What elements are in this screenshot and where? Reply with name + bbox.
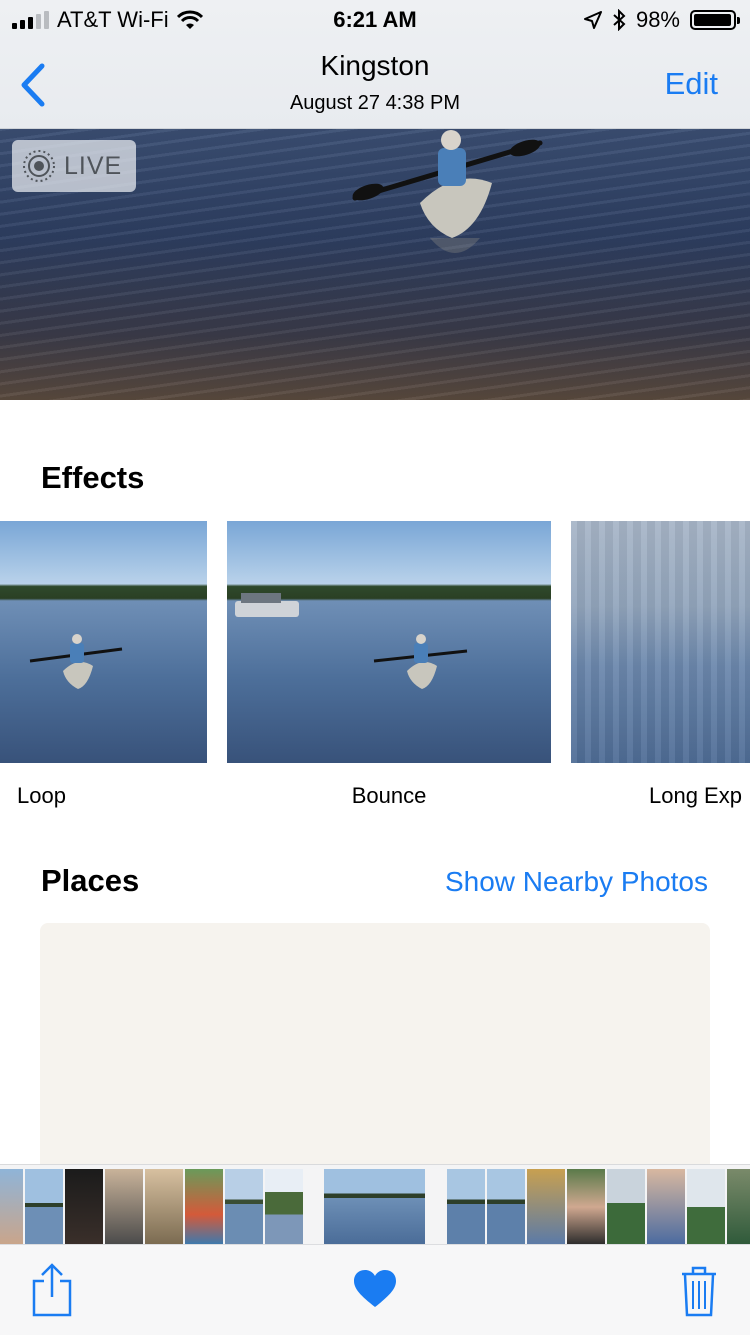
effects-title: Effects (41, 460, 145, 495)
effect-long-exposure-thumb[interactable] (571, 521, 750, 763)
effect-loop-label: Loop (17, 783, 66, 808)
top-bar: AT&T Wi-Fi 6:21 AM 98% Kingston August 2… (0, 0, 750, 129)
bottom-toolbar (0, 1244, 750, 1335)
live-photo-badge[interactable]: LIVE (12, 140, 136, 192)
filmstrip-thumb[interactable] (567, 1169, 605, 1245)
filmstrip-thumb[interactable] (487, 1169, 525, 1245)
main-photo[interactable]: LIVE (0, 128, 750, 400)
filmstrip-thumb[interactable] (527, 1169, 565, 1245)
bounce-kayak-figure (235, 593, 468, 689)
nav-subtitle: August 27 4:38 PM (289, 92, 461, 114)
filmstrip-thumb-selected[interactable] (324, 1169, 425, 1245)
filmstrip-thumb[interactable] (687, 1169, 725, 1245)
places-map[interactable] (40, 923, 710, 1183)
nav-title: Kingston (320, 50, 430, 81)
status-bar: AT&T Wi-Fi 6:21 AM 98% (0, 0, 750, 40)
heart-icon[interactable] (353, 1269, 397, 1309)
filmstrip-thumb[interactable] (185, 1169, 223, 1245)
places-title: Places (41, 863, 140, 898)
filmstrip-thumb[interactable] (447, 1169, 485, 1245)
effect-bounce-thumb[interactable] (227, 521, 551, 763)
filmstrip[interactable] (0, 1164, 750, 1245)
bluetooth-icon (613, 9, 626, 31)
filmstrip-thumb[interactable] (225, 1169, 263, 1245)
filmstrip-thumb[interactable] (65, 1169, 103, 1245)
share-icon[interactable] (30, 1263, 74, 1317)
show-nearby-photos-link[interactable]: Show Nearby Photos (445, 866, 708, 898)
location-icon (583, 11, 602, 29)
effect-bounce-label: Bounce (351, 783, 427, 808)
effect-loop-thumb[interactable] (0, 521, 207, 763)
status-right: 98% (583, 7, 740, 33)
loop-kayak-figure (29, 634, 123, 689)
filmstrip-thumb[interactable] (607, 1169, 645, 1245)
live-icon (23, 150, 55, 182)
effect-long-exposure-label: Long Exp (649, 783, 742, 808)
filmstrip-thumb[interactable] (105, 1169, 143, 1245)
filmstrip-thumb[interactable] (727, 1169, 750, 1245)
filmstrip-thumb[interactable] (265, 1169, 303, 1245)
trash-icon[interactable] (680, 1265, 718, 1317)
filmstrip-thumb[interactable] (145, 1169, 183, 1245)
filmstrip-thumb[interactable] (25, 1169, 63, 1245)
battery-icon (690, 10, 740, 30)
filmstrip-thumb[interactable] (0, 1169, 23, 1245)
filmstrip-thumb[interactable] (647, 1169, 685, 1245)
edit-button[interactable]: Edit (665, 66, 718, 102)
live-label: LIVE (64, 151, 123, 180)
battery-percent: 98% (635, 7, 680, 32)
